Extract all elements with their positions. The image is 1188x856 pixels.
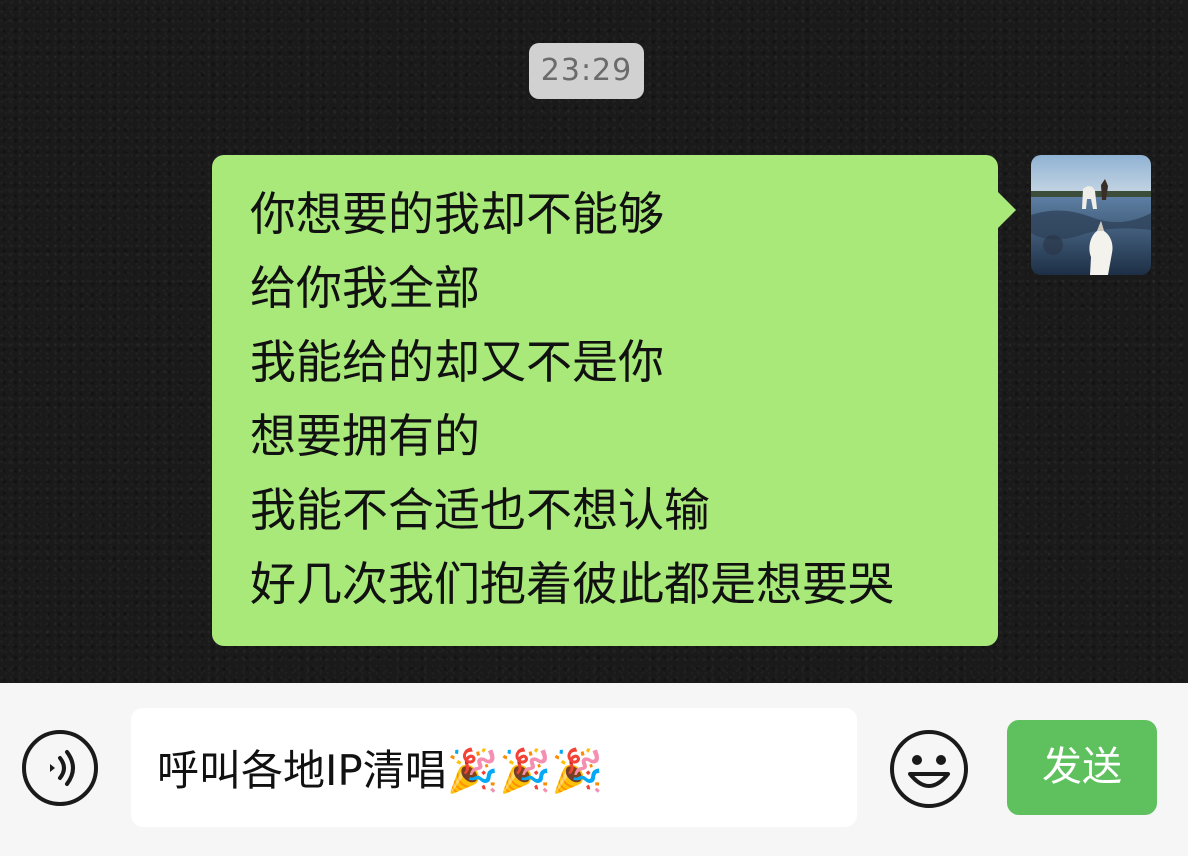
chat-area: 23:29 你想要的我却不能够 给你我全部 我能给的却又不是你 想要拥有的 我能… bbox=[0, 0, 1188, 683]
user-avatar[interactable] bbox=[1031, 155, 1151, 275]
message-line: 你想要的我却不能够 bbox=[250, 187, 664, 241]
message-line: 好几次我们抱着彼此都是想要哭 bbox=[250, 557, 894, 611]
message-line: 我能不合适也不想认输 bbox=[250, 483, 710, 537]
message-input-value: 呼叫各地IP清唱🎉🎉🎉 bbox=[157, 746, 604, 795]
message-line: 我能给的却又不是你 bbox=[250, 335, 664, 389]
emoji-button[interactable] bbox=[888, 728, 970, 810]
voice-icon bbox=[22, 730, 98, 806]
avatar-photo-icon bbox=[1031, 155, 1151, 275]
message-timestamp: 23:29 bbox=[529, 43, 644, 99]
message-line: 给你我全部 bbox=[250, 261, 480, 315]
message-line: 想要拥有的 bbox=[250, 409, 480, 463]
bubble-tail bbox=[998, 192, 1016, 228]
message-input[interactable]: 呼叫各地IP清唱🎉🎉🎉 bbox=[131, 708, 857, 827]
send-button[interactable]: 发送 bbox=[1007, 720, 1157, 815]
voice-button[interactable] bbox=[20, 728, 100, 808]
message-bubble[interactable]: 你想要的我却不能够 给你我全部 我能给的却又不是你 想要拥有的 我能不合适也不想… bbox=[212, 155, 998, 646]
emoji-icon bbox=[890, 730, 968, 808]
